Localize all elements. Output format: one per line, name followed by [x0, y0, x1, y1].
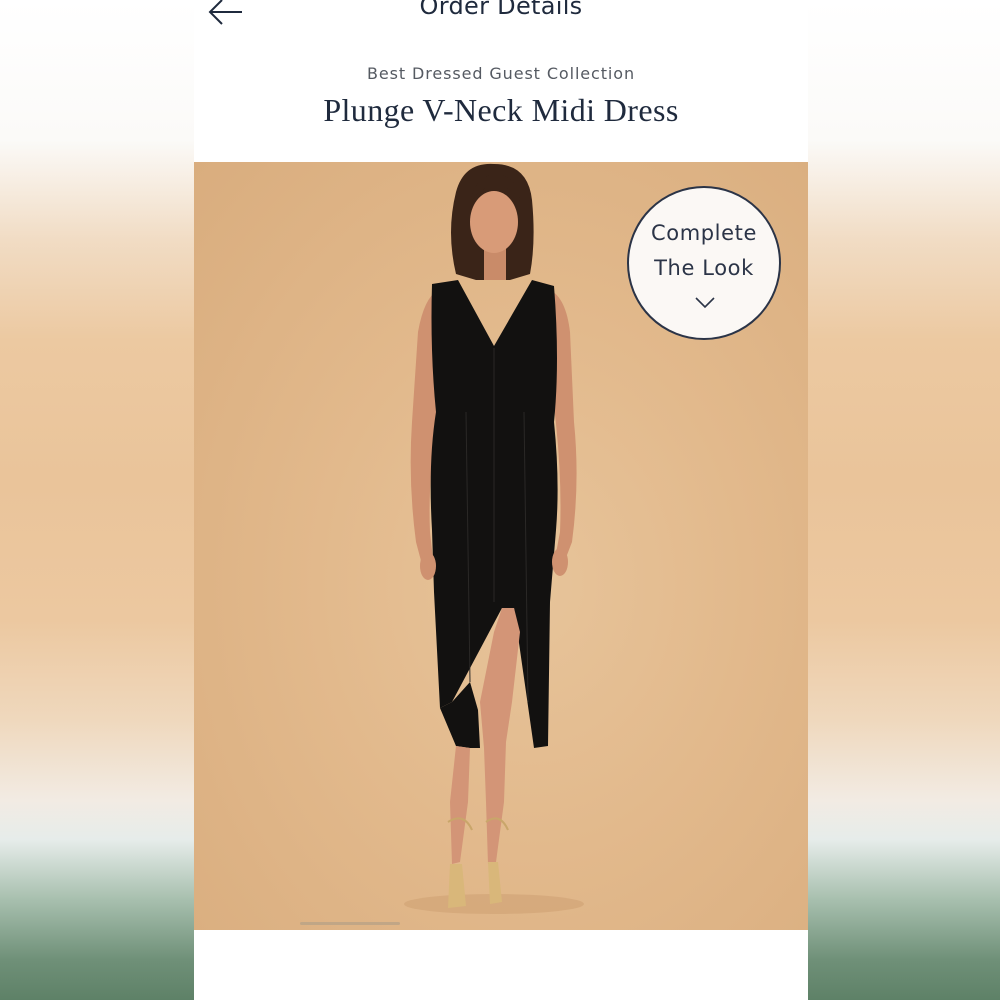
product-name: Plunge V-Neck Midi Dress — [323, 92, 679, 128]
top-navigation-bar: Order Details — [194, 0, 808, 40]
complete-the-look-label: Complete The Look — [629, 216, 779, 286]
chevron-down-icon — [695, 297, 715, 309]
collection-label: Best Dressed Guest Collection — [367, 64, 635, 83]
complete-the-look-button[interactable]: Complete The Look — [627, 186, 781, 340]
image-carousel-indicator — [300, 922, 400, 925]
app-screen: Order Details Best Dressed Guest Collect… — [194, 0, 808, 1000]
product-image[interactable]: Complete The Look — [194, 162, 808, 930]
page-title: Order Details — [419, 0, 583, 20]
complete-the-look-line2: The Look — [654, 256, 754, 280]
complete-the-look-line1: Complete — [650, 221, 757, 245]
